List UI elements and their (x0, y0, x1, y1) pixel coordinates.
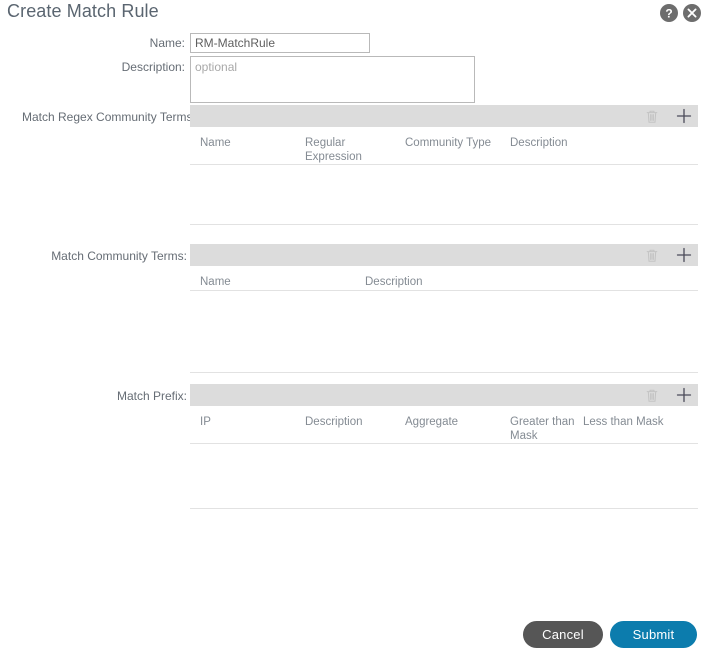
match-community-terms-label: Match Community Terms: (51, 249, 187, 263)
close-circle-icon[interactable] (683, 4, 701, 22)
header-icon-group: ? (660, 4, 701, 22)
column-header: IP (200, 416, 211, 428)
description-label: Description: (121, 60, 185, 74)
plus-icon[interactable] (676, 387, 692, 403)
grid-body (190, 165, 698, 225)
plus-icon[interactable] (676, 108, 692, 124)
column-header: Regular Expression (305, 137, 362, 163)
trash-icon[interactable] (644, 387, 660, 403)
description-input[interactable] (190, 56, 475, 103)
trash-icon[interactable] (644, 108, 660, 124)
match-regex-community-terms-section: Name Regular Expression Community Type D… (190, 105, 698, 225)
match-community-terms-section: Name Description (190, 244, 698, 373)
column-header: Aggregate (405, 416, 459, 428)
grid-body (190, 444, 698, 509)
grid-toolbar (190, 105, 698, 127)
column-header: Name (200, 137, 231, 149)
column-header: Description (305, 416, 363, 428)
toolbar-actions (644, 384, 696, 406)
page-title: Create Match Rule (7, 1, 159, 21)
column-header: Description (365, 276, 423, 288)
dialog-footer: Cancel Submit (0, 621, 707, 651)
column-header: Community Type (405, 137, 492, 149)
trash-icon[interactable] (644, 247, 660, 263)
plus-icon[interactable] (676, 247, 692, 263)
name-label: Name: (149, 36, 185, 50)
toolbar-actions (644, 244, 696, 266)
match-regex-community-terms-label: Match Regex Community Terms: (22, 110, 196, 124)
column-header: Description (510, 137, 568, 149)
grid-header: IP Description Aggregate Greater than Ma… (190, 406, 698, 444)
grid-toolbar (190, 244, 698, 266)
dialog-header: Create Match Rule ? (0, 0, 707, 28)
match-prefix-section: IP Description Aggregate Greater than Ma… (190, 384, 698, 509)
column-header: Less than Mask (583, 416, 664, 428)
match-prefix-label: Match Prefix: (116, 389, 187, 403)
grid-body (190, 291, 698, 373)
cancel-button[interactable]: Cancel (523, 621, 603, 648)
grid-header: Name Description (190, 266, 698, 291)
submit-button[interactable]: Submit (610, 621, 697, 648)
svg-text:?: ? (665, 7, 672, 21)
toolbar-actions (644, 105, 696, 127)
help-circle-icon[interactable]: ? (660, 4, 678, 22)
name-input[interactable] (190, 33, 370, 53)
column-header: Greater than Mask (510, 416, 575, 442)
column-header: Name (200, 276, 231, 288)
grid-header: Name Regular Expression Community Type D… (190, 127, 698, 165)
grid-toolbar (190, 384, 698, 406)
